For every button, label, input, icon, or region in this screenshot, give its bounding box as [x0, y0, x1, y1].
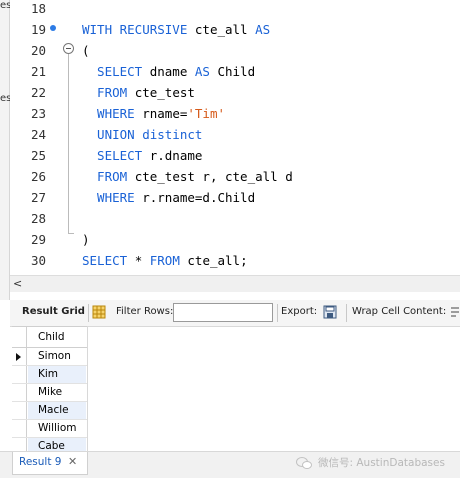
code-line[interactable]: UNION distinct [82, 127, 202, 142]
current-row-pointer-icon [16, 353, 21, 361]
line-number: 21 [30, 64, 46, 79]
sql-token: cte_all [194, 22, 256, 37]
code-line[interactable]: ( [82, 43, 90, 58]
row-selector[interactable] [12, 420, 27, 437]
line-number: 29 [30, 232, 46, 247]
sql-keyword: FROM [82, 169, 135, 184]
sql-keyword: SELECT [82, 253, 135, 268]
row-selector[interactable] [12, 402, 27, 419]
code-line[interactable]: ) [82, 232, 90, 247]
line-number: 18 [30, 1, 46, 16]
sql-keyword: SELECT [82, 64, 150, 79]
fold-guide [68, 54, 69, 234]
toolbar-divider [88, 304, 89, 322]
fold-toggle-icon[interactable] [63, 43, 74, 54]
wechat-icon [296, 457, 312, 469]
export-label: Export: [281, 306, 318, 317]
result-toolbar: Result Grid Filter Rows: Export: Wrap Ce… [10, 300, 460, 327]
sql-keyword: WITH RECURSIVE [82, 22, 195, 37]
sql-token: dname [149, 64, 195, 79]
line-number: 24 [30, 127, 46, 142]
sql-token: * [134, 253, 150, 268]
grid-cell-child[interactable]: Macle [28, 402, 86, 419]
sql-token: cte_test [134, 85, 195, 100]
row-selector-header [12, 327, 27, 347]
horizontal-scrollbar[interactable]: < [10, 275, 460, 292]
grid-cell-child[interactable]: Simon [28, 348, 86, 365]
sql-token: Child [217, 64, 256, 79]
sql-token: cte_test r, cte_all d [134, 169, 293, 184]
sql-keyword: SELECT [82, 148, 150, 163]
line-number: 25 [30, 148, 46, 163]
grid-form-icon[interactable] [92, 305, 106, 319]
sql-string: 'Tim' [187, 106, 226, 121]
table-row[interactable]: Macle [12, 402, 87, 420]
grid-cell-child[interactable]: Kim [28, 366, 86, 383]
line-number: 20 [30, 43, 46, 58]
wrap-cell-icon[interactable] [450, 305, 460, 319]
line-number: 19 [30, 22, 46, 37]
grid-cell-child[interactable]: Mike [28, 384, 86, 401]
sql-keyword: FROM [82, 85, 135, 100]
table-row[interactable]: Kim [12, 366, 87, 384]
code-line[interactable]: WHERE rname='Tim' [82, 106, 225, 121]
row-selector[interactable] [12, 366, 27, 383]
line-number: 27 [30, 190, 46, 205]
grid-header-row: Child [12, 326, 87, 348]
left-panel-edge: es es [0, 0, 11, 300]
sql-token: cte_all; [187, 253, 248, 268]
row-selector[interactable] [12, 384, 27, 401]
filter-rows-input[interactable] [173, 303, 273, 322]
result-tabbar: Result 9 ✕ 微信号: AustinDatabases [0, 451, 460, 478]
sql-token: ( [82, 43, 90, 58]
code-line[interactable]: FROM cte_test r, cte_all d [82, 169, 293, 184]
sql-keyword: FROM [149, 253, 188, 268]
line-number: 28 [30, 211, 46, 226]
wrap-cell-label: Wrap Cell Content: [352, 306, 447, 317]
line-number: 23 [30, 106, 46, 121]
column-header-child[interactable]: Child [28, 327, 86, 347]
result-tab[interactable]: Result 9 ✕ [12, 452, 88, 475]
line-number: 30 [30, 253, 46, 268]
sql-keyword: AS [255, 22, 271, 37]
close-icon[interactable]: ✕ [68, 455, 77, 468]
scroll-left-icon[interactable]: < [13, 277, 22, 290]
grid-column-border [87, 326, 88, 451]
table-row[interactable]: Mike [12, 384, 87, 402]
filter-rows-label: Filter Rows: [116, 306, 174, 317]
code-line[interactable]: SELECT dname AS Child [82, 64, 255, 79]
line-number: 22 [30, 85, 46, 100]
table-row[interactable]: Williom [12, 420, 87, 438]
export-icon[interactable] [323, 305, 337, 319]
sql-keyword: WHERE [82, 106, 143, 121]
watermark-text: 微信号: AustinDatabases [318, 457, 445, 469]
sql-token: rname= [142, 106, 188, 121]
grid-cell-child[interactable]: Williom [28, 420, 86, 437]
table-row[interactable]: Simon [12, 348, 87, 366]
code-line[interactable]: WITH RECURSIVE cte_all AS [82, 22, 270, 37]
result-grid[interactable]: Child Simon Kim Mike Macle Williom Cabe [12, 326, 87, 456]
code-line[interactable]: FROM cte_test [82, 85, 195, 100]
sql-token: r.rname=d.Child [142, 190, 256, 205]
line-number: 26 [30, 169, 46, 184]
sql-keyword: WHERE [82, 190, 143, 205]
sql-keyword: UNION distinct [82, 127, 203, 142]
result-tab-label: Result 9 [19, 456, 62, 468]
fold-guide-end [68, 233, 74, 234]
result-grid-tab[interactable]: Result Grid [22, 306, 85, 317]
row-selector[interactable] [12, 348, 27, 365]
code-line[interactable]: SELECT * FROM cte_all; [82, 253, 248, 268]
sql-keyword: AS [194, 64, 218, 79]
execution-marker-icon [50, 25, 56, 31]
toolbar-divider [346, 304, 347, 322]
sql-token: r.dname [149, 148, 203, 163]
code-line[interactable]: WHERE r.rname=d.Child [82, 190, 255, 205]
toolbar-divider [277, 304, 278, 322]
code-line[interactable]: SELECT r.dname [82, 148, 202, 163]
sql-token: ) [82, 232, 90, 247]
